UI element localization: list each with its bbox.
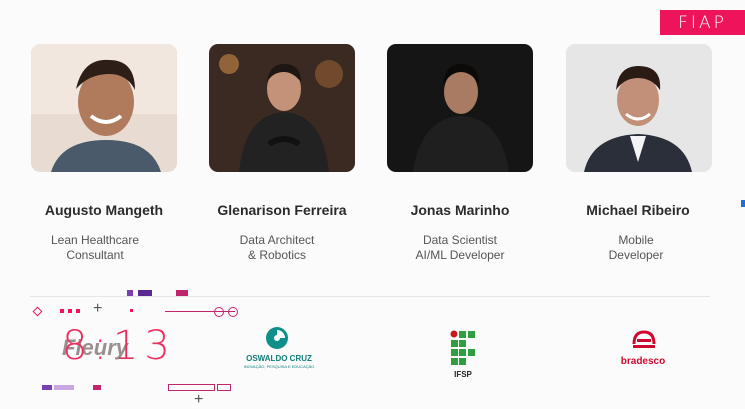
oswaldo-cruz-logo: OSWALDO CRUZ xyxy=(246,354,312,363)
divider xyxy=(30,296,710,297)
person-photo-icon xyxy=(31,44,177,172)
speaker-role: Data Scientist AI/ML Developer xyxy=(370,233,550,263)
speaker-name: Glenarison Ferreira xyxy=(217,202,347,218)
speaker-photo-augusto xyxy=(31,44,177,172)
ifsp-logo: IFSP xyxy=(454,370,472,379)
speaker-role-line: & Robotics xyxy=(247,248,307,262)
decorative-pixel xyxy=(127,290,133,296)
decorative-pixel xyxy=(60,309,64,313)
speaker-role: Mobile Developer xyxy=(546,233,726,263)
edge-marker xyxy=(741,200,745,207)
speaker-name: Michael Ribeiro xyxy=(586,202,690,218)
decorative-frame xyxy=(217,384,231,391)
person-photo-icon xyxy=(387,44,533,172)
decorative-pixel xyxy=(138,290,152,296)
oswaldo-cruz-tagline: INOVAÇÃO, PESQUISA E EDUCAÇÃO xyxy=(243,364,315,369)
decorative-line xyxy=(165,311,235,312)
person-photo-icon xyxy=(209,44,355,172)
speaker-role-line: Developer xyxy=(608,248,664,262)
decorative-pixel xyxy=(68,309,72,313)
speaker-role: Data Architect & Robotics xyxy=(187,233,367,263)
diamond-icon xyxy=(32,306,43,317)
speaker-name: Augusto Mangeth xyxy=(44,202,164,218)
speaker-role-line: Mobile xyxy=(618,233,654,247)
fiap-logo: FIAP xyxy=(660,10,745,35)
decorative-pixel xyxy=(93,385,101,390)
decorative-pixel xyxy=(42,385,52,390)
speaker-role-line: Consultant xyxy=(66,248,124,262)
ifsp-icon xyxy=(450,330,476,366)
circle-icon xyxy=(214,307,224,317)
plus-icon: + xyxy=(194,391,204,408)
bradesco-logo: bradesco xyxy=(620,356,666,367)
speaker-role-line: Lean Healthcare xyxy=(50,233,140,247)
speaker-role-line: Data Scientist xyxy=(422,233,498,247)
speaker-role-line: Data Architect xyxy=(239,233,315,247)
decorative-pixel xyxy=(54,385,74,390)
timer-display: 8:13 xyxy=(62,323,176,369)
speaker-photo-michael xyxy=(566,44,712,172)
speaker-role: Lean Healthcare Consultant xyxy=(5,233,185,263)
decorative-pixel xyxy=(176,290,188,296)
speaker-role-line: AI/ML Developer xyxy=(415,248,505,262)
circle-icon xyxy=(228,307,238,317)
speaker-name: Jonas Marinho xyxy=(410,202,510,218)
decorative-pixel xyxy=(130,309,133,312)
plus-icon: + xyxy=(93,300,103,317)
speaker-photo-glenarison xyxy=(209,44,355,172)
decorative-frame xyxy=(168,384,215,391)
oswaldo-cruz-icon xyxy=(265,326,289,350)
speaker-photo-jonas xyxy=(387,44,533,172)
person-photo-icon xyxy=(566,44,712,172)
decorative-pixel xyxy=(76,309,80,313)
bradesco-icon xyxy=(631,330,657,352)
